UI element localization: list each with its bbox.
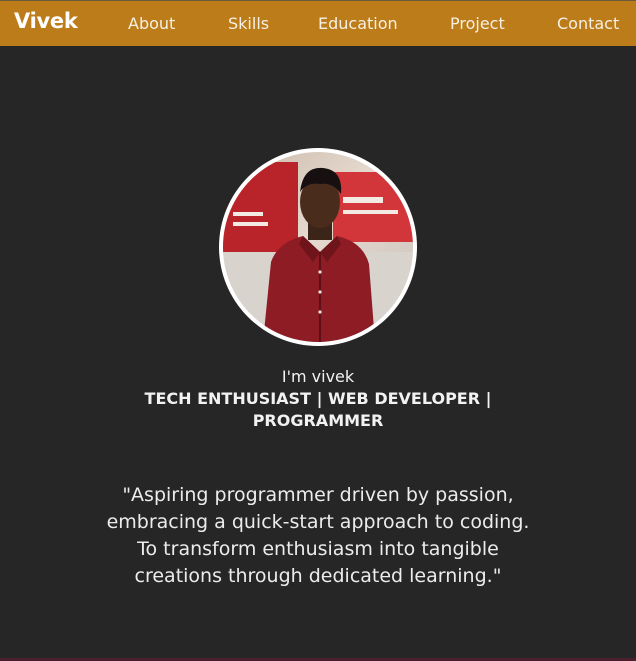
roles-text: TECH ENTHUSIAST | WEB DEVELOPER | PROGRA… bbox=[144, 389, 492, 430]
profile-photo bbox=[219, 148, 417, 346]
greeting-text: I'm vivek bbox=[281, 367, 355, 386]
nav-link-about[interactable]: About bbox=[128, 14, 175, 33]
profile-photo-image bbox=[223, 152, 413, 342]
brand-logo[interactable]: Vivek bbox=[14, 9, 78, 33]
bio-quote: "Aspiring programmer driven by passion, … bbox=[98, 482, 538, 590]
quote-line-1: "Aspiring programmer driven by passion, … bbox=[106, 484, 530, 533]
nav-link-contact[interactable]: Contact bbox=[557, 14, 619, 33]
nav-link-skills[interactable]: Skills bbox=[228, 14, 269, 33]
nav-link-project[interactable]: Project bbox=[450, 14, 505, 33]
top-navbar: Vivek About Skills Education Project Con… bbox=[0, 0, 636, 46]
nav-link-education[interactable]: Education bbox=[318, 14, 398, 33]
intro-section: I'm vivek TECH ENTHUSIAST | WEB DEVELOPE… bbox=[0, 366, 636, 432]
quote-line-2: To transform enthusiasm into tangible cr… bbox=[134, 538, 502, 587]
